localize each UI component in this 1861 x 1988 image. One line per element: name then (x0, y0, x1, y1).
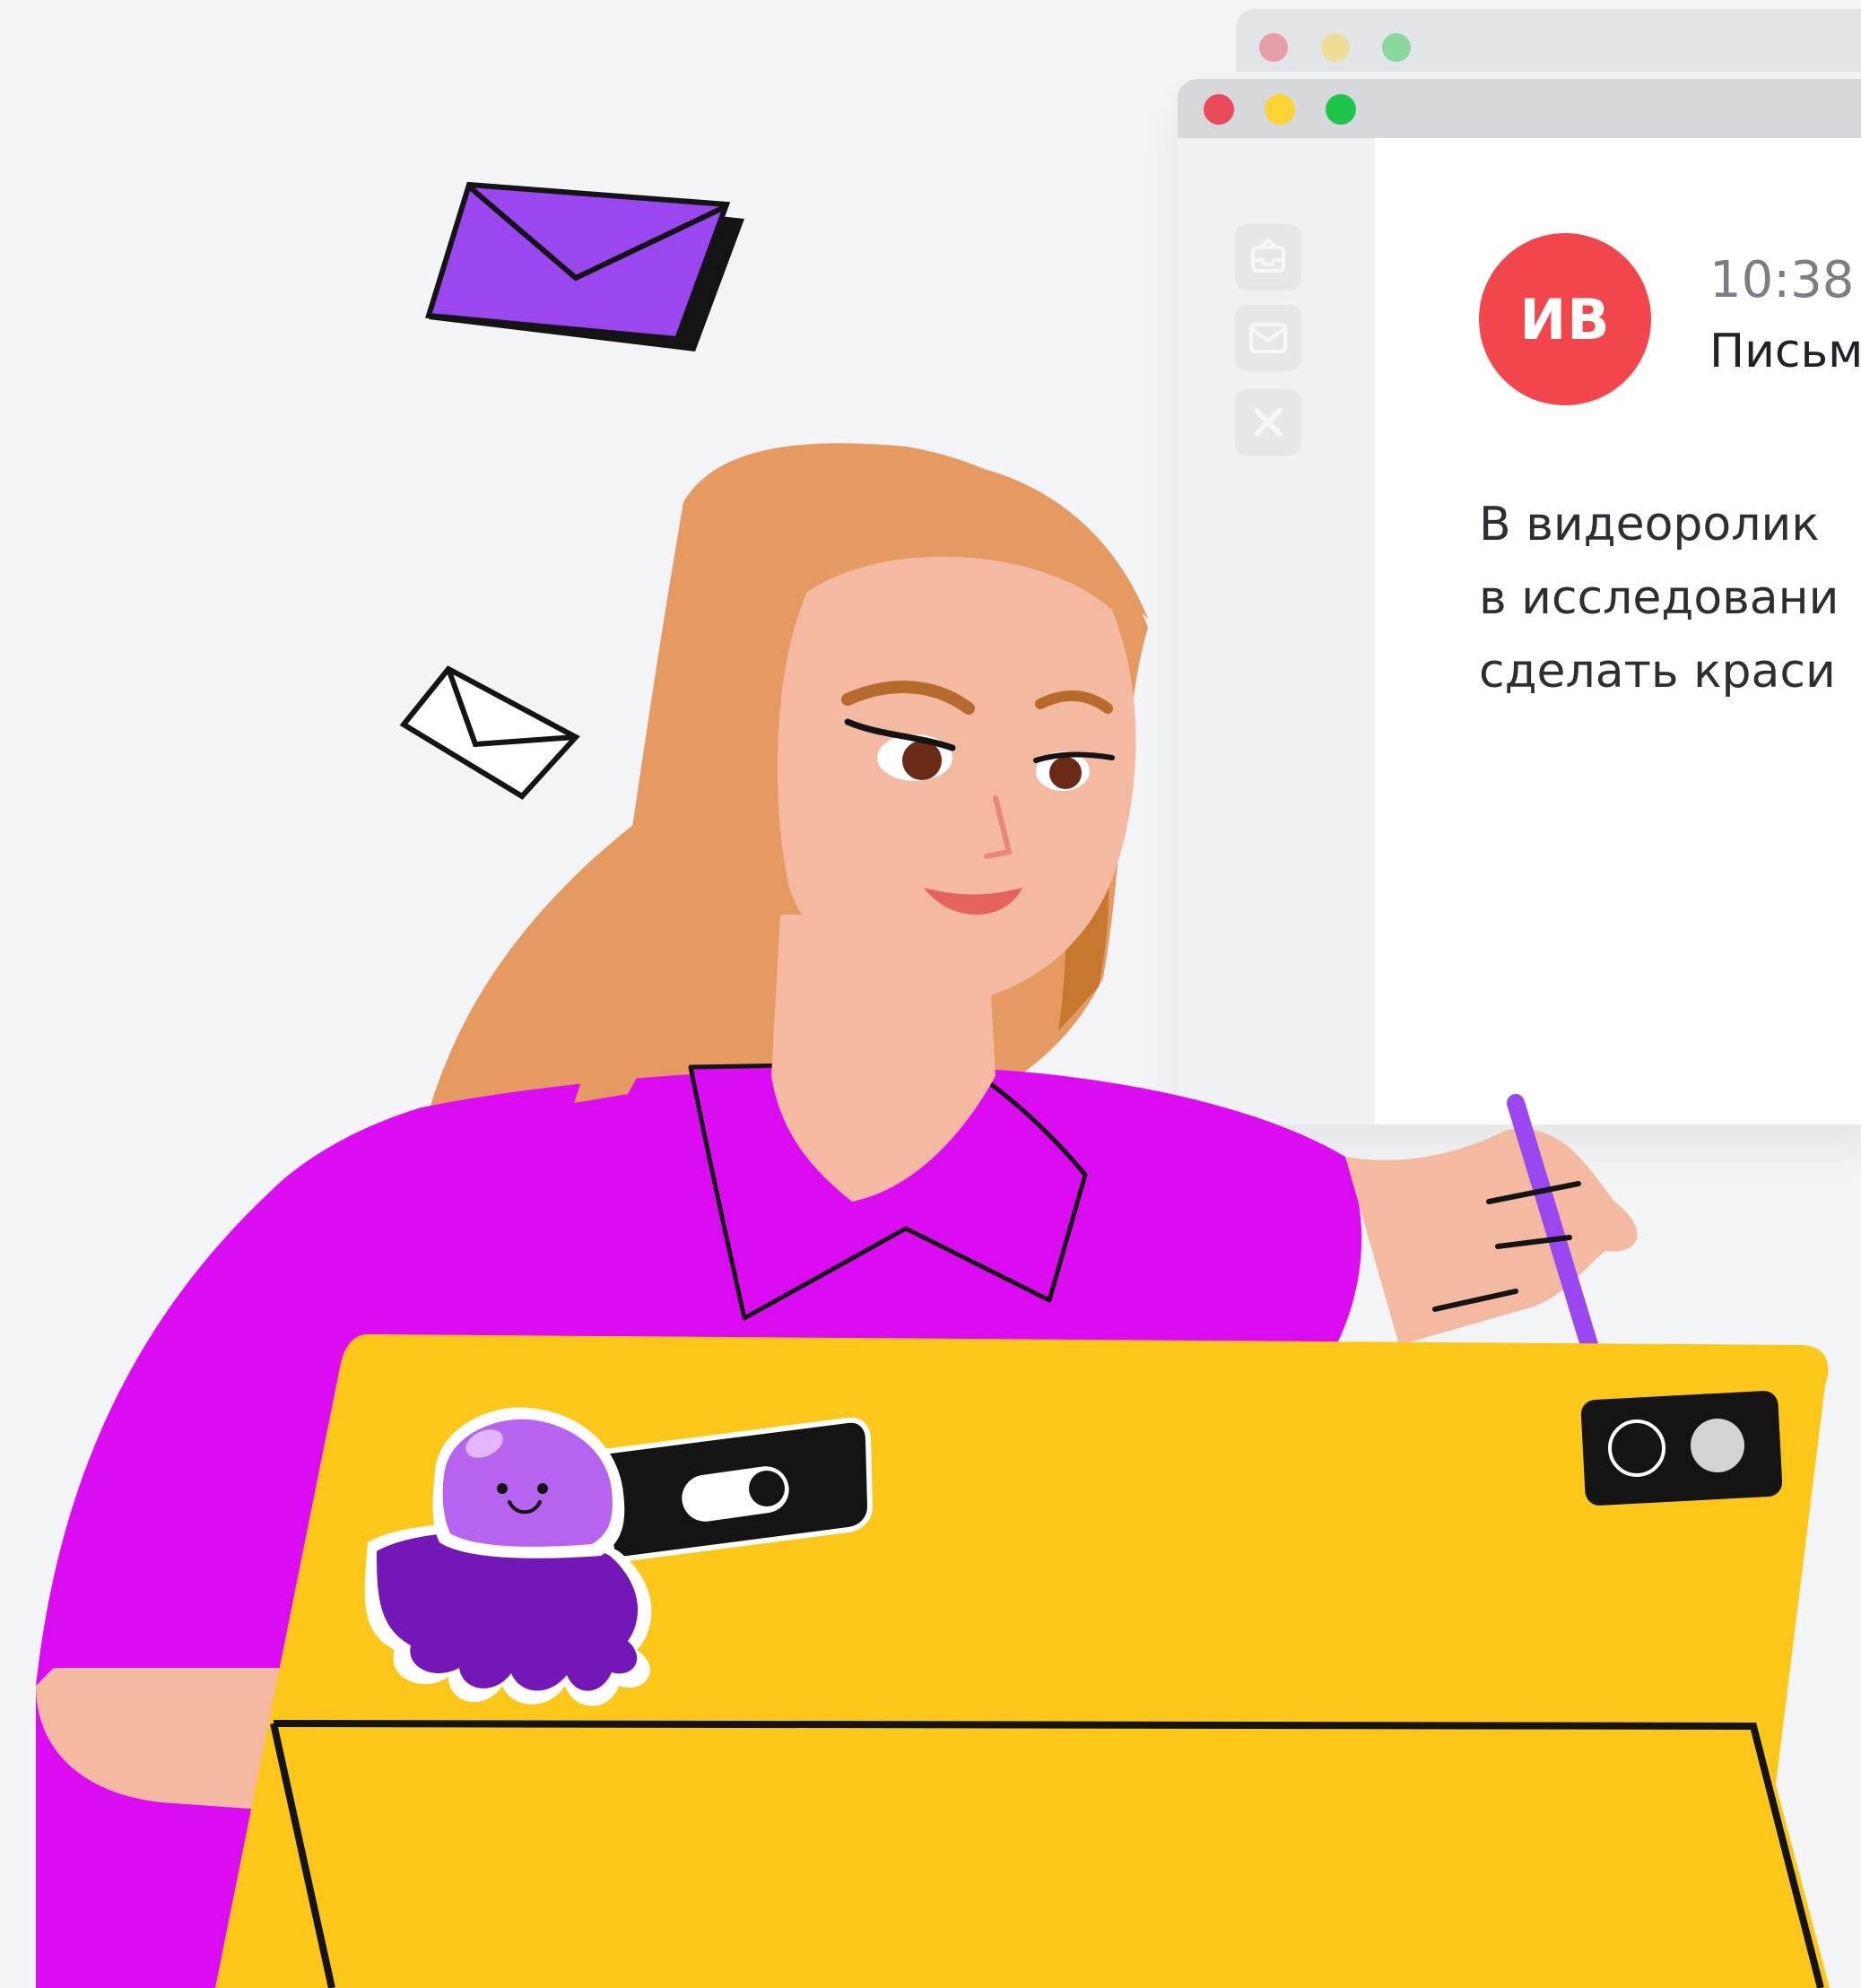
illustration (36, 181, 1830, 1988)
envelope-icon (425, 181, 744, 352)
tablet (215, 1334, 1830, 1988)
camera-icon (1580, 1391, 1783, 1506)
envelope-outline-icon (399, 665, 580, 800)
